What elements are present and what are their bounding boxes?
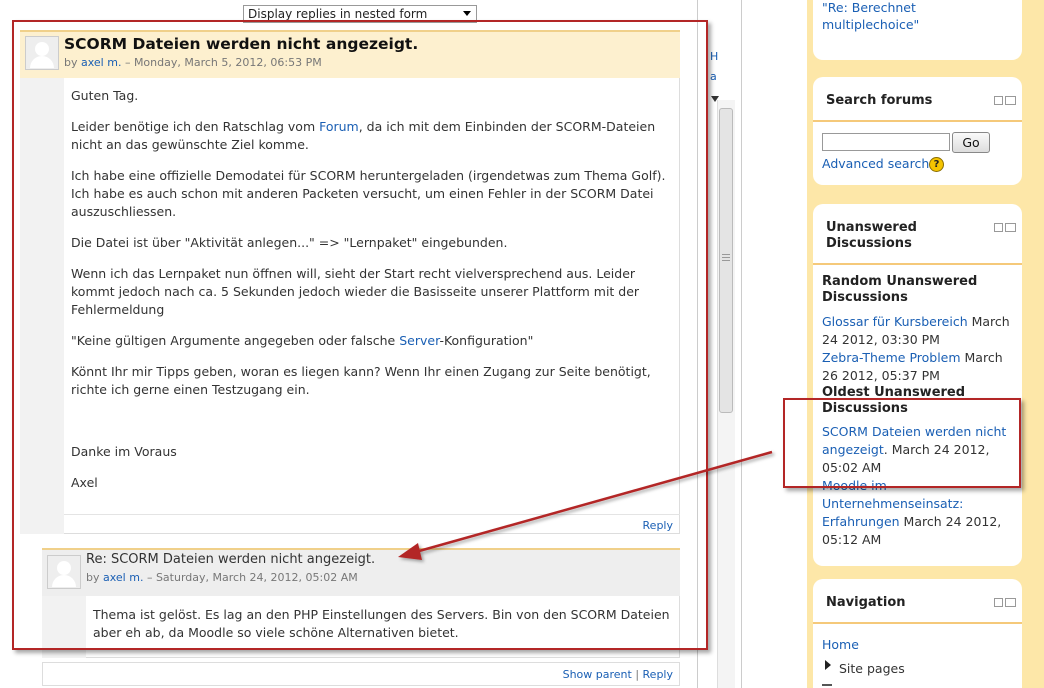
arrow-head-icon — [398, 543, 422, 560]
arrow-shaft — [411, 450, 773, 555]
annotation-arrow — [398, 450, 773, 560]
